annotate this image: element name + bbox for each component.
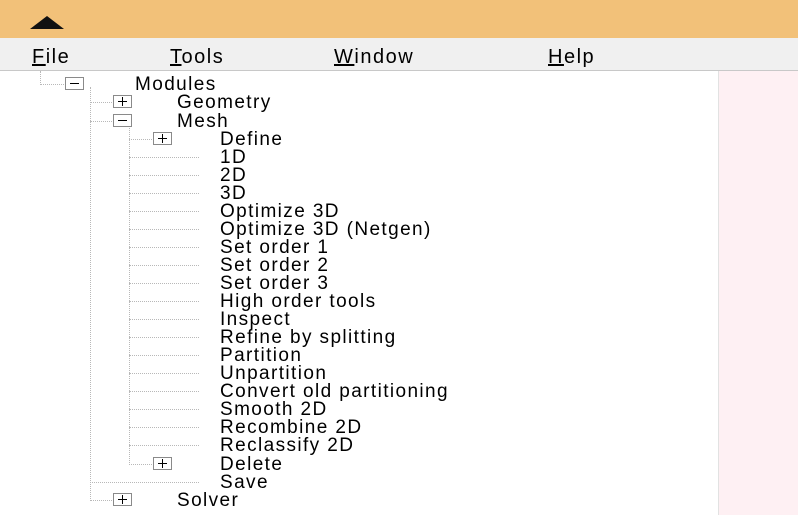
tree-item-reclassify-2d[interactable]: Reclassify 2D: [0, 435, 500, 456]
tree-item-high-order-tools[interactable]: High order tools: [0, 292, 500, 311]
tree-item-recombine-2d[interactable]: Recombine 2D: [0, 418, 500, 437]
tree-item-label: Solver: [177, 490, 240, 511]
tree-item-refine-by-splitting[interactable]: Refine by splitting: [0, 328, 500, 347]
collapse-icon[interactable]: [65, 77, 84, 90]
tree-item-save[interactable]: Save: [0, 473, 400, 492]
tree-item-smooth-2d[interactable]: Smooth 2D: [0, 400, 500, 419]
tree-item-delete[interactable]: Delete: [0, 455, 400, 474]
tree-item-set-order-2[interactable]: Set order 2: [0, 256, 500, 275]
menu-bar: File Tools Window Help: [0, 38, 798, 71]
tree-item-1d[interactable]: 1D: [0, 148, 500, 167]
tree-item-modules[interactable]: Modules: [0, 75, 400, 94]
tree-item-partition[interactable]: Partition: [0, 346, 500, 365]
menu-file-label: ile: [45, 46, 71, 68]
menu-tools[interactable]: Tools: [170, 46, 224, 69]
tree-item-label: Reclassify 2D: [220, 435, 355, 456]
tree-item-solver[interactable]: Solver: [0, 490, 400, 511]
tree-item-2d[interactable]: 2D: [0, 166, 500, 185]
expand-icon[interactable]: [113, 95, 132, 108]
expand-icon[interactable]: [113, 493, 132, 506]
menu-file-mnemonic: F: [32, 46, 46, 68]
expand-icon[interactable]: [153, 457, 172, 470]
menu-help-mnemonic: H: [548, 46, 564, 68]
app-logo-icon: [30, 16, 64, 29]
title-bar: [0, 0, 798, 38]
tree-item-set-order-3[interactable]: Set order 3: [0, 274, 500, 293]
menu-help[interactable]: Help: [548, 46, 595, 69]
tree-item-geometry[interactable]: Geometry: [0, 92, 400, 113]
graphics-panel[interactable]: [718, 71, 798, 515]
tree-item-define[interactable]: Define: [0, 130, 400, 149]
tree-item-optimize-3d-netgen[interactable]: Optimize 3D (Netgen): [0, 220, 500, 239]
tree-item-label: Geometry: [177, 92, 272, 113]
tree-item-optimize-3d[interactable]: Optimize 3D: [0, 202, 500, 221]
tree-item-set-order-1[interactable]: Set order 1: [0, 238, 500, 257]
collapse-icon[interactable]: [113, 114, 132, 127]
menu-window-mnemonic: W: [334, 46, 355, 68]
tree-item-unpartition[interactable]: Unpartition: [0, 364, 500, 383]
menu-window[interactable]: Window: [334, 46, 414, 69]
tree-item-3d[interactable]: 3D: [0, 184, 500, 203]
menu-help-label: elp: [563, 46, 596, 68]
tree-item-mesh[interactable]: Mesh: [0, 112, 400, 131]
menu-file[interactable]: File: [32, 46, 70, 69]
menu-tools-label: ools: [181, 46, 225, 68]
menu-window-label: indow: [354, 46, 415, 68]
expand-icon[interactable]: [153, 132, 172, 145]
tree-item-convert-old-partitioning[interactable]: Convert old partitioning: [0, 382, 500, 401]
module-tree: Modules Geometry Mesh Define 1D 2D 3D Op…: [0, 71, 718, 515]
tree-item-inspect[interactable]: Inspect: [0, 310, 500, 329]
menu-tools-mnemonic: T: [170, 46, 182, 68]
